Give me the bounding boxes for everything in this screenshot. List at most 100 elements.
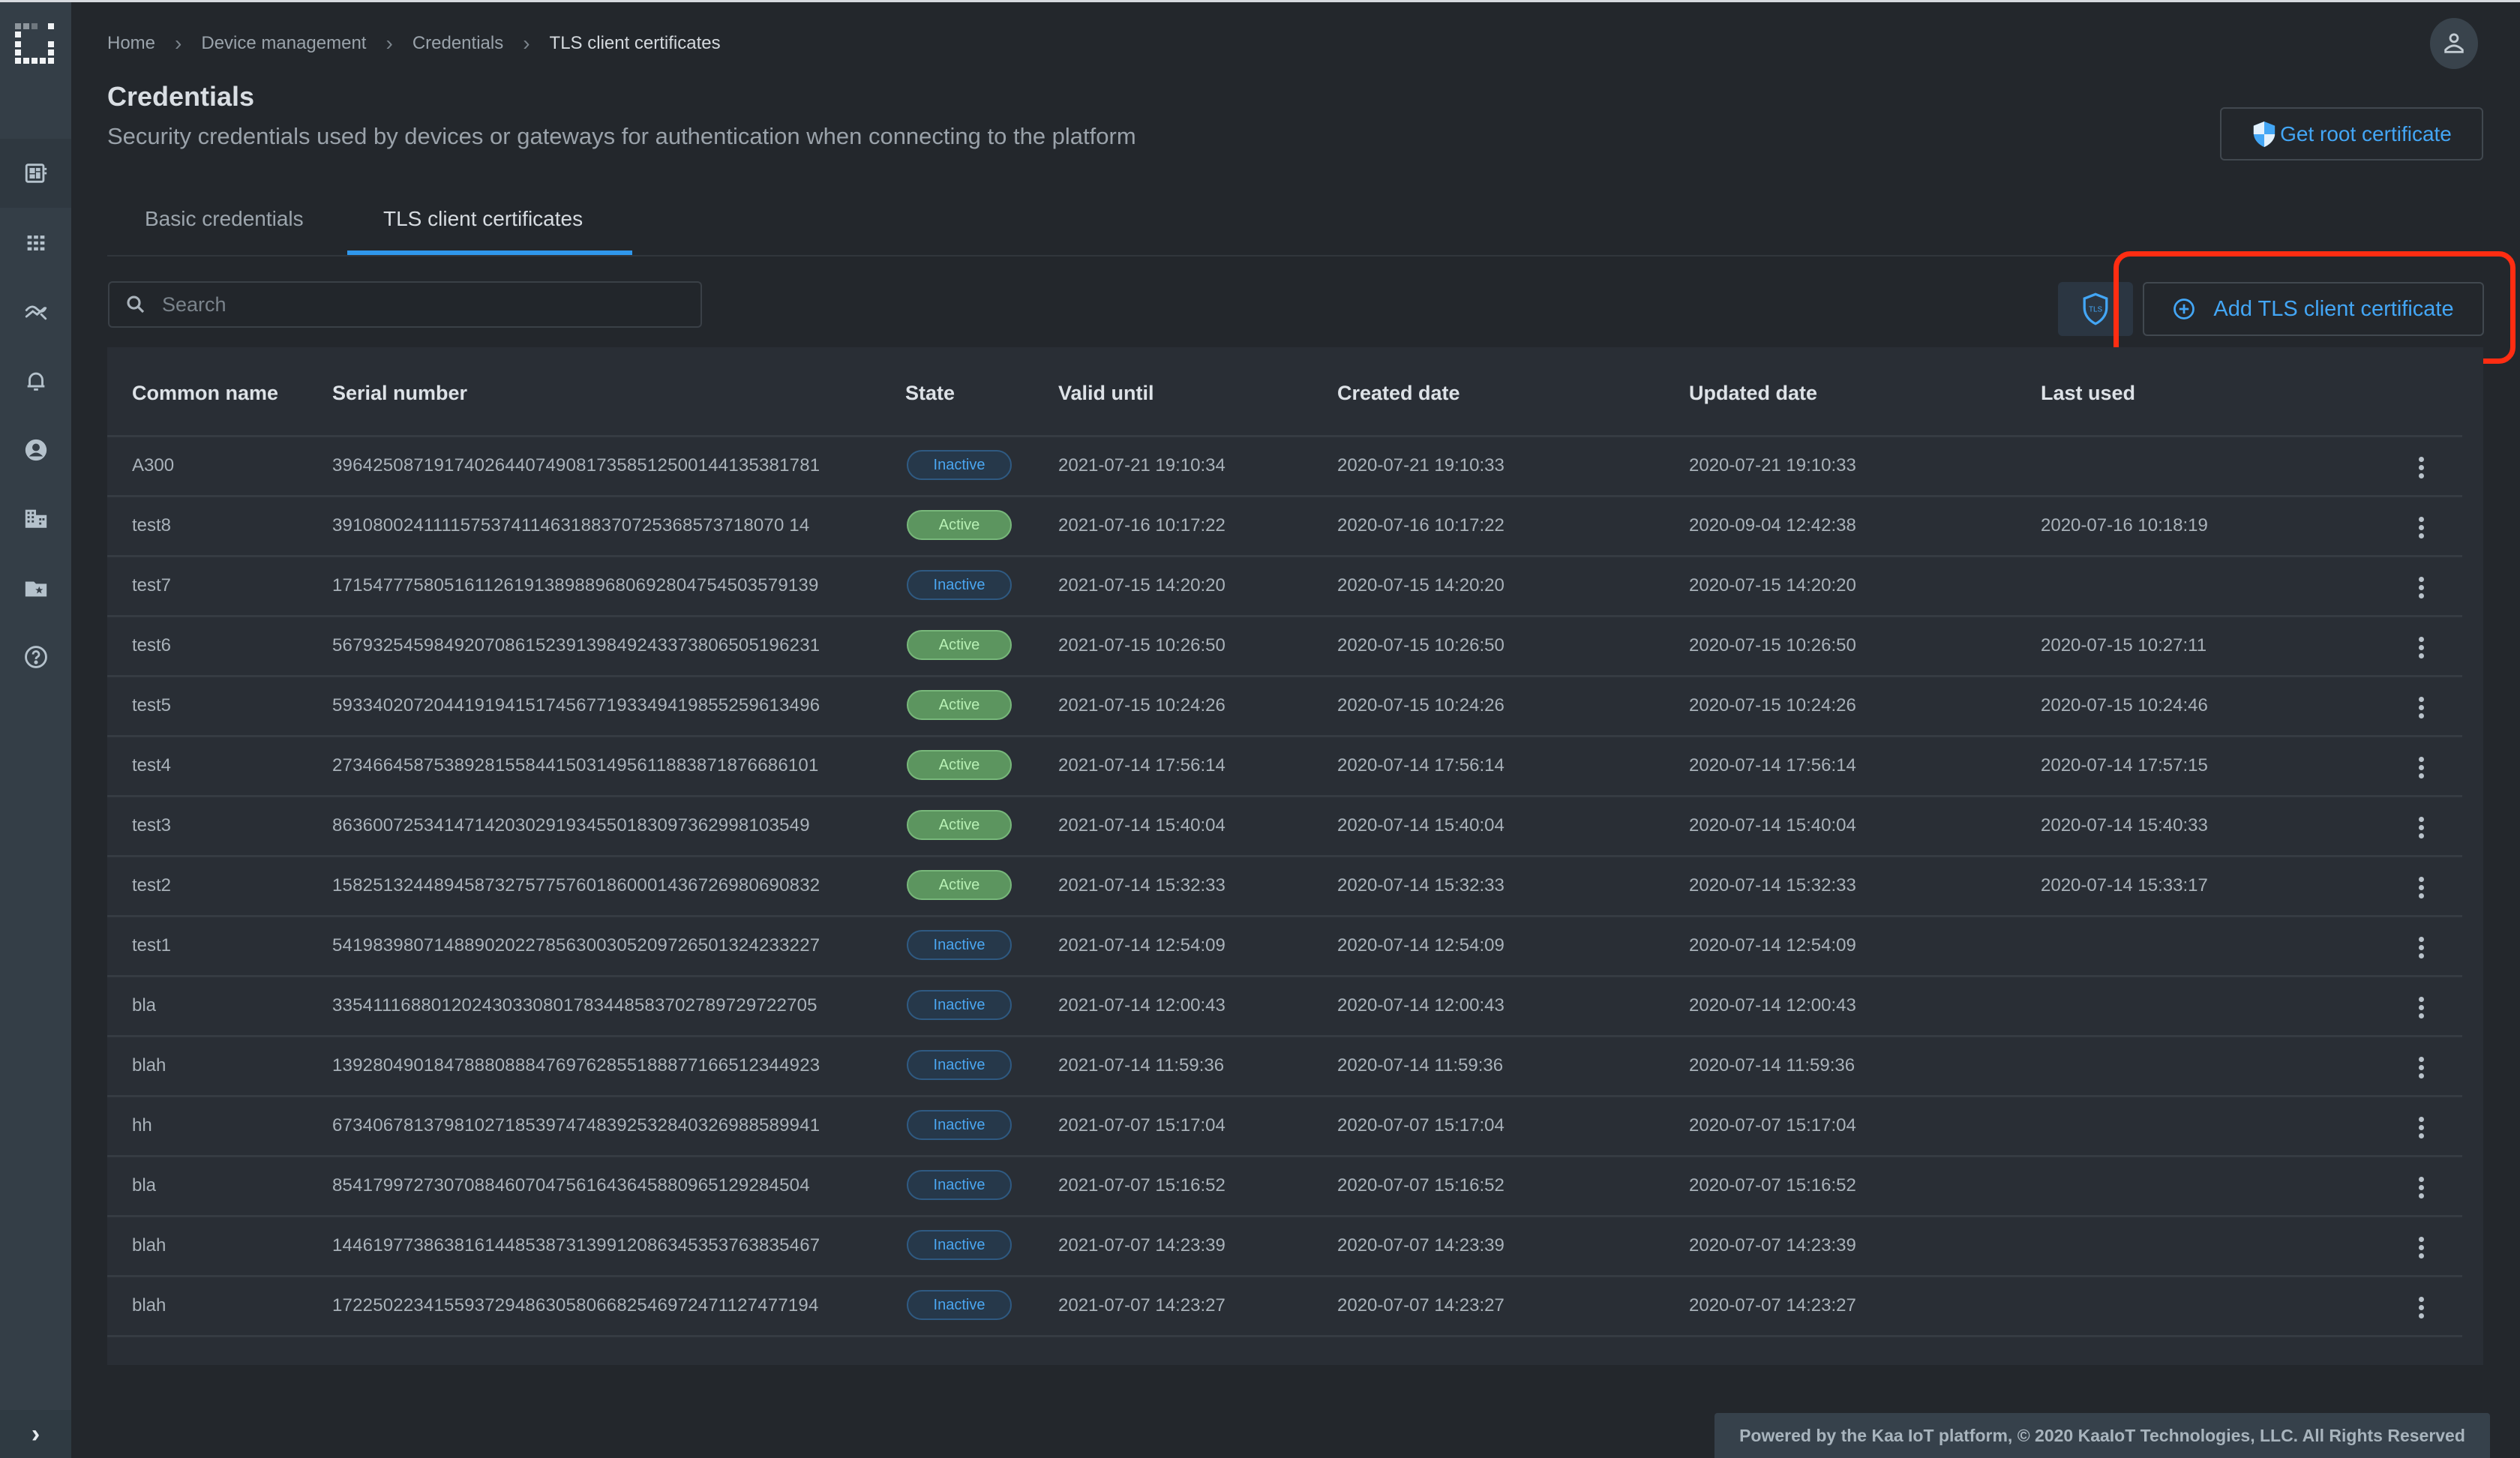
created-date-cell: 2020-07-14 15:32:33 xyxy=(1337,875,1504,896)
status-badge: Inactive xyxy=(907,1170,1012,1200)
last-used-cell: 2020-07-14 15:40:33 xyxy=(2041,815,2208,836)
column-header-updated-date[interactable]: Updated date xyxy=(1689,382,1817,405)
created-date-cell: 2020-07-07 14:23:27 xyxy=(1337,1295,1504,1316)
sidebar-item-analytics[interactable] xyxy=(0,277,71,346)
status-badge: Active xyxy=(907,630,1012,660)
common-name-cell: test8 xyxy=(132,515,172,536)
tab-tls-client-certificates[interactable]: TLS client certificates xyxy=(383,207,583,255)
column-header-valid-until[interactable]: Valid until xyxy=(1058,382,1154,405)
serial-number-cell: 3910800241111575374114631883707253685737… xyxy=(332,515,810,536)
building-icon xyxy=(25,509,46,528)
row-actions-button[interactable] xyxy=(2410,452,2432,482)
table-header: Common name Serial number State Valid un… xyxy=(107,347,2462,437)
state-cell: Active xyxy=(907,870,1012,900)
serial-number-cell: 1582513244894587327577576018600014367269… xyxy=(332,875,820,896)
page-subtitle: Security credentials used by devices or … xyxy=(107,123,1136,149)
search-input[interactable] xyxy=(162,292,687,316)
row-actions-button[interactable] xyxy=(2410,1232,2432,1262)
row-actions-button[interactable] xyxy=(2410,1052,2432,1082)
more-vert-icon xyxy=(2418,516,2424,538)
table-row[interactable]: test3 86360072534147142030291934550183097… xyxy=(107,797,2462,857)
table-row[interactable]: test2 15825132448945873275775760186000143… xyxy=(107,857,2462,917)
row-actions-button[interactable] xyxy=(2410,752,2432,782)
tls-filter-button[interactable]: TLS xyxy=(2058,282,2133,336)
updated-date-cell: 2020-07-14 12:00:43 xyxy=(1689,995,1856,1016)
column-header-common-name[interactable]: Common name xyxy=(132,382,278,405)
kaa-logo[interactable] xyxy=(15,23,58,67)
table-row[interactable]: test6 56793254598492070861523913984924337… xyxy=(107,617,2462,677)
updated-date-cell: 2020-07-07 14:23:39 xyxy=(1689,1235,1856,1256)
row-actions-button[interactable] xyxy=(2410,1172,2432,1202)
status-badge: Inactive xyxy=(907,1110,1012,1140)
account-circle-icon xyxy=(25,439,46,461)
breadcrumb-credentials[interactable]: Credentials xyxy=(412,33,503,54)
state-cell: Inactive xyxy=(907,1110,1012,1140)
grid-apps-icon xyxy=(27,236,44,250)
table-row[interactable]: test7 17154777580516112619138988968069280… xyxy=(107,557,2462,617)
sidebar-item-tenants[interactable] xyxy=(0,484,71,553)
table-row[interactable]: blah 172250223415593729486305806682546972… xyxy=(107,1277,2462,1337)
common-name-cell: test4 xyxy=(132,755,172,776)
table-row[interactable]: hh 67340678137981027185397474839253284032… xyxy=(107,1097,2462,1157)
common-name-cell: hh xyxy=(132,1115,152,1136)
valid-until-cell: 2021-07-14 15:32:33 xyxy=(1058,875,1226,896)
created-date-cell: 2020-07-14 17:56:14 xyxy=(1337,755,1504,776)
table-row[interactable]: blah 139280490184788808884769762855188877… xyxy=(107,1037,2462,1097)
tab-basic-credentials[interactable]: Basic credentials xyxy=(145,207,304,255)
user-avatar-button[interactable] xyxy=(2430,18,2478,69)
created-date-cell: 2020-07-15 10:24:26 xyxy=(1337,695,1504,716)
table-row[interactable]: test1 54198398071488902022785630030520972… xyxy=(107,917,2462,977)
column-header-state[interactable]: State xyxy=(905,382,955,405)
row-actions-button[interactable] xyxy=(2410,932,2432,962)
more-vert-icon xyxy=(2418,696,2424,718)
sidebar-item-users[interactable] xyxy=(0,416,71,484)
sidebar-item-dashboard[interactable] xyxy=(0,139,71,208)
table-row[interactable]: test5 59334020720441919415174567719334941… xyxy=(107,677,2462,737)
sidebar-item-solutions[interactable] xyxy=(0,554,71,622)
breadcrumb-device-management[interactable]: Device management xyxy=(201,33,366,54)
table-row[interactable]: bla 8541799727307088460704756164364588096… xyxy=(107,1157,2462,1217)
updated-date-cell: 2020-07-14 17:56:14 xyxy=(1689,755,1856,776)
sidebar-item-help[interactable] xyxy=(0,622,71,692)
status-badge: Active xyxy=(907,750,1012,780)
get-root-certificate-button[interactable]: Get root certificate xyxy=(2220,107,2483,160)
created-date-cell: 2020-07-07 15:17:04 xyxy=(1337,1115,1504,1136)
column-header-created-date[interactable]: Created date xyxy=(1337,382,1460,405)
updated-date-cell: 2020-07-21 19:10:33 xyxy=(1689,455,1856,476)
column-header-last-used[interactable]: Last used xyxy=(2041,382,2135,405)
state-cell: Inactive xyxy=(907,450,1012,480)
row-actions-button[interactable] xyxy=(2410,812,2432,842)
row-actions-button[interactable] xyxy=(2410,692,2432,722)
state-cell: Inactive xyxy=(907,570,1012,600)
column-header-serial-number[interactable]: Serial number xyxy=(332,382,467,405)
active-tab-indicator xyxy=(347,250,632,255)
sidebar-item-applications[interactable] xyxy=(0,208,71,278)
table-row[interactable]: test4 27346645875389281558441503149561188… xyxy=(107,737,2462,797)
window-top-edge xyxy=(0,0,2520,2)
expand-sidebar-button[interactable]: › xyxy=(0,1410,71,1458)
sidebar-item-alerts[interactable] xyxy=(0,346,71,416)
state-cell: Active xyxy=(907,630,1012,660)
updated-date-cell: 2020-07-15 14:20:20 xyxy=(1689,575,1856,596)
breadcrumb-home[interactable]: Home xyxy=(107,33,155,54)
table-row[interactable]: blah 144619773863816144853873139912086345… xyxy=(107,1217,2462,1277)
common-name-cell: bla xyxy=(132,1175,157,1196)
state-cell: Active xyxy=(907,750,1012,780)
row-actions-button[interactable] xyxy=(2410,1292,2432,1322)
row-actions-button[interactable] xyxy=(2410,872,2432,902)
row-actions-button[interactable] xyxy=(2410,1112,2432,1142)
tab-bar: Basic credentials TLS client certificate… xyxy=(107,196,2483,256)
add-tls-client-certificate-button[interactable]: Add TLS client certificate xyxy=(2143,282,2484,336)
table-row[interactable]: bla 3354111688012024303308017834485837027… xyxy=(107,977,2462,1037)
more-vert-icon xyxy=(2418,816,2424,838)
valid-until-cell: 2021-07-15 14:20:20 xyxy=(1058,575,1226,596)
common-name-cell: test5 xyxy=(132,695,172,716)
table-row[interactable]: A300 396425087191740264407490817358512500… xyxy=(107,437,2462,497)
row-actions-button[interactable] xyxy=(2410,512,2432,542)
row-actions-button[interactable] xyxy=(2410,572,2432,602)
table-row[interactable]: test8 39108002411115753741146318837072536… xyxy=(107,497,2462,557)
serial-number-cell: 1715477758051611261913898896806928047545… xyxy=(332,575,819,596)
common-name-cell: blah xyxy=(132,1235,166,1256)
row-actions-button[interactable] xyxy=(2410,632,2432,662)
row-actions-button[interactable] xyxy=(2410,992,2432,1022)
